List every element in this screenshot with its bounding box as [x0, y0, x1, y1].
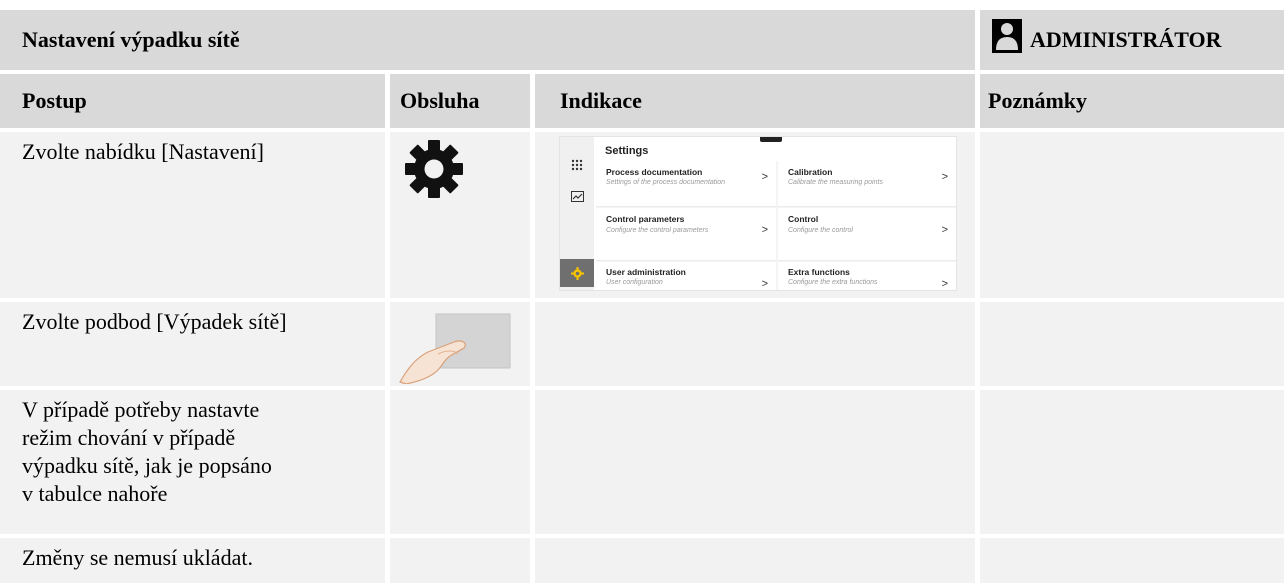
column-header-poznamky: Poznámky: [980, 74, 1284, 128]
step-text-line: výpadku sítě, jak je popsáno: [22, 453, 272, 478]
side-navigation: [560, 137, 594, 290]
chevron-right-icon: >: [761, 171, 768, 183]
step-text-line: režim chování v případě: [22, 425, 236, 450]
tap-hand-icon: [399, 313, 511, 384]
tile-title: Calibration: [788, 167, 833, 177]
table-row-1-postup: Zvolte nabídku [Nastavení]: [0, 132, 385, 298]
settings-gear-icon[interactable]: [560, 259, 594, 287]
step-text-line: v tabulce nahoře: [22, 481, 168, 506]
table-row-3-poznamky: [980, 390, 1284, 534]
role-badge: ADMINISTRÁTOR: [980, 10, 1284, 70]
tile-process-documentation[interactable]: Process documentation Settings of the pr…: [596, 161, 776, 207]
chart-icon[interactable]: [560, 182, 594, 210]
settings-title: Settings: [605, 145, 649, 157]
step-text: Zvolte nabídku [Nastavení]: [22, 139, 264, 164]
chevron-right-icon: >: [941, 278, 948, 290]
tile-title: Process documentation: [606, 167, 703, 177]
procedure-table: Nastavení výpadku sítě ADMINISTRÁTOR Pos…: [0, 0, 1284, 583]
tile-subtitle: Configure the control parameters: [606, 227, 709, 234]
gear-icon: [405, 140, 463, 198]
page-title: Nastavení výpadku sítě: [0, 10, 975, 70]
tile-subtitle: User configuration: [606, 279, 663, 286]
table-row-2-indikace: [535, 302, 975, 386]
user-icon: [992, 19, 1022, 53]
chevron-right-icon: >: [941, 224, 948, 236]
tile-subtitle: Configure the control: [788, 227, 853, 234]
tile-extra-functions[interactable]: Extra functions Configure the extra func…: [778, 262, 956, 290]
table-row-4-postup: Změny se nemusí ukládat.: [0, 538, 385, 583]
tile-calibration[interactable]: Calibration Calibrate the measuring poin…: [778, 161, 956, 207]
tile-title: Extra functions: [788, 267, 850, 277]
tile-subtitle: Configure the extra functions: [788, 279, 878, 286]
tile-subtitle: Settings of the process documentation: [606, 179, 726, 186]
tile-control[interactable]: Control Configure the control >: [778, 208, 956, 261]
tile-user-administration[interactable]: User administration User configuration >: [596, 262, 776, 290]
tile-title: Control: [788, 214, 819, 224]
chevron-right-icon: >: [761, 278, 768, 290]
tile-title: User administration: [606, 267, 686, 277]
table-row-3-indikace: [535, 390, 975, 534]
tile-title: Control parameters: [606, 214, 685, 224]
table-row-4-poznamky: [980, 538, 1284, 583]
device-notch: [760, 137, 782, 142]
chevron-right-icon: >: [761, 224, 768, 236]
step-text-line: V případě potřeby nastavte: [22, 397, 260, 422]
column-header-obsluha: Obsluha: [390, 74, 530, 128]
page-title-text: Nastavení výpadku sítě: [22, 27, 240, 52]
step-text: Změny se nemusí ukládat.: [22, 545, 253, 570]
table-row-4-indikace: [535, 538, 975, 583]
table-row-2-poznamky: [980, 302, 1284, 386]
column-header-postup: Postup: [0, 74, 385, 128]
table-row-3-postup: V případě potřeby nastavte režim chování…: [0, 390, 385, 534]
table-row-4-obsluha: [390, 538, 530, 583]
table-row-3-obsluha: [390, 390, 530, 534]
apps-grid-icon[interactable]: [560, 151, 594, 179]
table-row-1-poznamky: [980, 132, 1284, 298]
step-text: Zvolte podbod [Výpadek sítě]: [22, 309, 287, 334]
column-header-indikace: Indikace: [535, 74, 975, 128]
role-label: ADMINISTRÁTOR: [1030, 27, 1222, 52]
settings-screenshot: Settings Process documentation Settings …: [559, 136, 957, 291]
chevron-right-icon: >: [941, 171, 948, 183]
table-row-2-postup: Zvolte podbod [Výpadek sítě]: [0, 302, 385, 386]
tile-control-parameters[interactable]: Control parameters Configure the control…: [596, 208, 776, 261]
tile-subtitle: Calibrate the measuring points: [788, 179, 883, 186]
